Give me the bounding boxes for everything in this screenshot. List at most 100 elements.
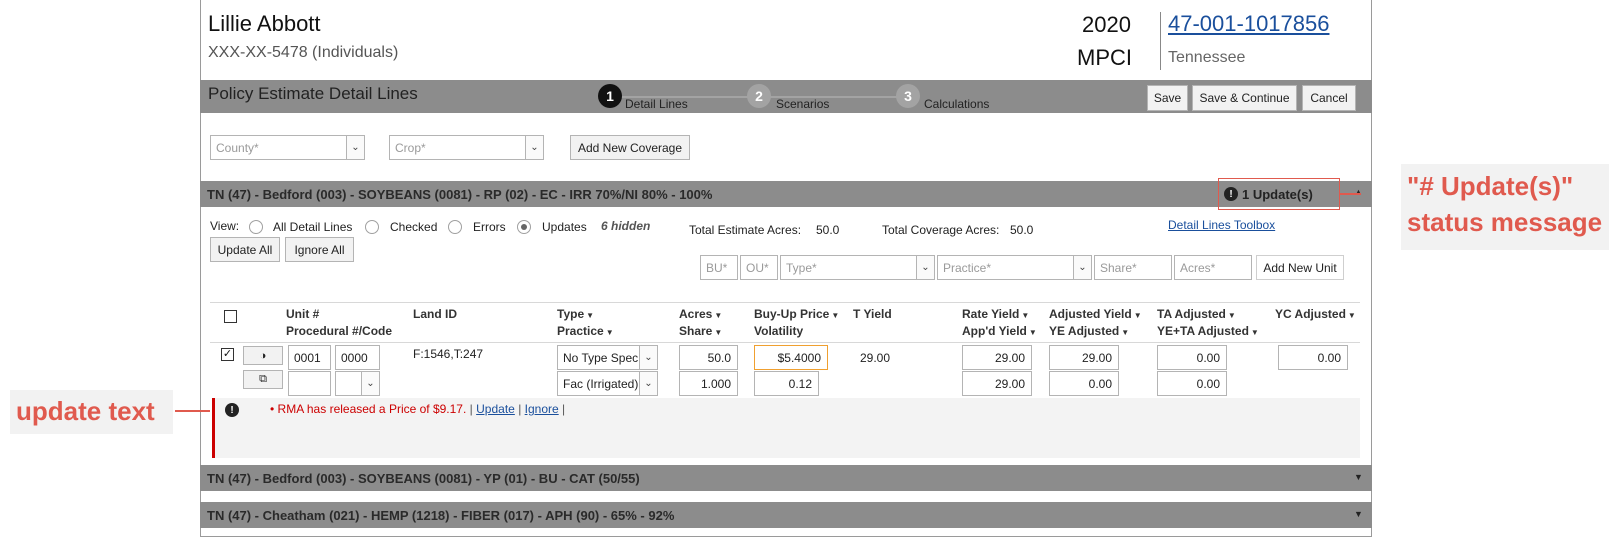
col-rate-yield[interactable]: Rate Yield ▼ xyxy=(962,307,1029,321)
cancel-button[interactable]: Cancel xyxy=(1302,85,1356,111)
update-link[interactable]: Update xyxy=(476,402,515,416)
col-buyup[interactable]: Buy-Up Price ▼ xyxy=(754,307,839,321)
col-yc-adjusted-label: YC Adjusted xyxy=(1275,307,1346,321)
share-input[interactable]: Share* xyxy=(1094,255,1172,280)
separator: | xyxy=(518,402,522,416)
coverage-header[interactable]: TN (47) - Bedford (003) - SOYBEANS (0081… xyxy=(200,181,1372,207)
update-all-button[interactable]: Update All xyxy=(210,237,280,262)
save-button[interactable]: Save xyxy=(1147,85,1188,111)
detail-lines-toolbox-link[interactable]: Detail Lines Toolbox xyxy=(1168,218,1275,232)
col-land-id: Land ID xyxy=(413,307,457,321)
ou-input[interactable]: OU* xyxy=(740,255,778,280)
col-tyield: T Yield xyxy=(853,307,892,321)
rate-yield-input[interactable]: 29.00 xyxy=(962,345,1032,370)
add-new-coverage-button[interactable]: Add New Coverage xyxy=(570,135,690,160)
col-adj-yield[interactable]: Adjusted Yield ▼ xyxy=(1049,307,1142,321)
select-all-checkbox[interactable] xyxy=(224,310,237,323)
crop-select[interactable]: Crop* ⌄ xyxy=(389,135,544,160)
col-yc-adjusted[interactable]: YC Adjusted ▼ xyxy=(1275,307,1356,321)
expand-icon[interactable]: ▼ xyxy=(1354,509,1363,519)
collapse-icon[interactable]: ▲ xyxy=(1354,187,1363,197)
col-ye-ta-adjusted[interactable]: YE+TA Adjusted ▼ xyxy=(1157,324,1259,338)
alert-icon: ! xyxy=(225,403,239,417)
share-row-input[interactable]: 1.000 xyxy=(679,371,738,396)
col-rate-yield-label: Rate Yield xyxy=(962,307,1020,321)
type-row-select[interactable]: No Type Spec ⌄ xyxy=(557,345,658,370)
col-acres[interactable]: Acres ▼ xyxy=(679,307,722,321)
bu-input[interactable]: BU* xyxy=(700,255,738,280)
chevron-down-icon: ⌄ xyxy=(361,372,379,395)
copy-icon[interactable]: ⧉ xyxy=(243,370,283,389)
step-1[interactable]: 1 xyxy=(598,84,622,108)
chevron-down-icon: ⌄ xyxy=(525,136,543,159)
col-adj-yield-label: Adjusted Yield xyxy=(1049,307,1132,321)
step-1-label: Detail Lines xyxy=(625,97,688,111)
ta-adjusted-input[interactable]: 0.00 xyxy=(1157,345,1227,370)
step-3-label: Calculations xyxy=(924,97,990,111)
col-ye-adjusted[interactable]: YE Adjusted ▼ xyxy=(1049,324,1129,338)
radio-label-errors: Errors xyxy=(473,220,506,234)
adj-yield-input[interactable]: 29.00 xyxy=(1049,345,1119,370)
coverage-header[interactable]: TN (47) - Bedford (003) - SOYBEANS (0081… xyxy=(200,465,1372,491)
radio-checked[interactable] xyxy=(365,220,379,234)
col-ta-adjusted-label: TA Adjusted xyxy=(1157,307,1226,321)
buyup-price-input[interactable]: $5.4000 xyxy=(754,345,828,370)
total-coverage-value: 50.0 xyxy=(1010,223,1034,237)
policy-state: Tennessee xyxy=(1168,49,1246,66)
row-checkbox[interactable]: ✓ xyxy=(221,348,234,361)
policy-number-link[interactable]: 47-001-1017856 xyxy=(1168,11,1329,37)
annotation-line-update xyxy=(175,410,210,412)
annotation-status-message: "# Update(s)" status message xyxy=(1401,164,1609,250)
volatility-input[interactable]: 0.12 xyxy=(754,371,819,396)
ye-adjusted-input[interactable]: 0.00 xyxy=(1049,371,1119,396)
annotation-status-line1: "# Update(s)" xyxy=(1407,171,1574,201)
save-continue-button[interactable]: Save & Continue xyxy=(1192,85,1297,111)
practice-row-select[interactable]: Fac (Irrigated) ⌄ xyxy=(557,371,658,396)
radio-errors[interactable] xyxy=(448,220,462,234)
county-placeholder: County* xyxy=(216,140,259,155)
acres-input[interactable]: Acres* xyxy=(1174,255,1252,280)
col-practice[interactable]: Practice ▼ xyxy=(557,324,614,338)
step-2[interactable]: 2 xyxy=(747,84,771,108)
annotation-status-line2: status message xyxy=(1407,207,1603,237)
acres-row-input[interactable]: 50.0 xyxy=(679,345,738,370)
col-share[interactable]: Share ▼ xyxy=(679,324,722,338)
col-buyup-label: Buy-Up Price xyxy=(754,307,830,321)
radio-all-detail-lines[interactable] xyxy=(249,220,263,234)
radio-updates[interactable] xyxy=(517,220,531,234)
unit-suffix-input[interactable]: 0000 xyxy=(335,345,380,370)
crop-placeholder: Crop* xyxy=(395,140,426,155)
col-type[interactable]: Type ▼ xyxy=(557,307,594,321)
ye-ta-adjusted-input[interactable]: 0.00 xyxy=(1157,371,1227,396)
yc-adjusted-input[interactable]: 0.00 xyxy=(1278,345,1348,370)
county-select[interactable]: County* ⌄ xyxy=(210,135,365,160)
add-new-unit-button[interactable]: Add New Unit xyxy=(1256,255,1344,280)
chevron-down-icon: ⌄ xyxy=(916,256,934,279)
step-2-label: Scenarios xyxy=(776,97,830,111)
procedural-code-select[interactable]: ⌄ xyxy=(335,371,380,396)
radio-label-updates: Updates xyxy=(542,220,587,234)
ignore-link[interactable]: Ignore xyxy=(525,402,559,416)
chevron-down-icon: ⌄ xyxy=(639,346,657,369)
expand-icon[interactable]: ▼ xyxy=(1354,472,1363,482)
type-select[interactable]: Type* ⌄ xyxy=(780,255,935,280)
coverage-title: TN (47) - Bedford (003) - SOYBEANS (0081… xyxy=(207,186,713,202)
unit-input[interactable]: 0001 xyxy=(288,345,331,370)
coverage-header[interactable]: TN (47) - Cheatham (021) - HEMP (1218) -… xyxy=(200,502,1372,528)
col-practice-label: Practice xyxy=(557,324,604,338)
procedural-input[interactable] xyxy=(288,371,331,396)
step-3-number: 3 xyxy=(904,88,912,104)
page-title: Policy Estimate Detail Lines xyxy=(208,84,418,103)
col-ye-adjusted-label: YE Adjusted xyxy=(1049,324,1120,338)
land-id-value: F:1546,T:247 xyxy=(413,347,484,361)
col-ta-adjusted[interactable]: TA Adjusted ▼ xyxy=(1157,307,1236,321)
col-procedural: Procedural #/Code xyxy=(286,324,393,338)
ignore-all-button[interactable]: Ignore All xyxy=(285,237,354,262)
step-3[interactable]: 3 xyxy=(896,84,920,108)
col-appd-yield[interactable]: App'd Yield ▼ xyxy=(962,324,1037,338)
update-message: • RMA has released a Price of $9.17. | U… xyxy=(270,402,565,416)
practice-placeholder: Practice* xyxy=(943,260,992,275)
appd-yield-input[interactable]: 29.00 xyxy=(962,371,1032,396)
contrast-icon[interactable]: ◑ xyxy=(243,346,283,365)
practice-select[interactable]: Practice* ⌄ xyxy=(937,255,1092,280)
